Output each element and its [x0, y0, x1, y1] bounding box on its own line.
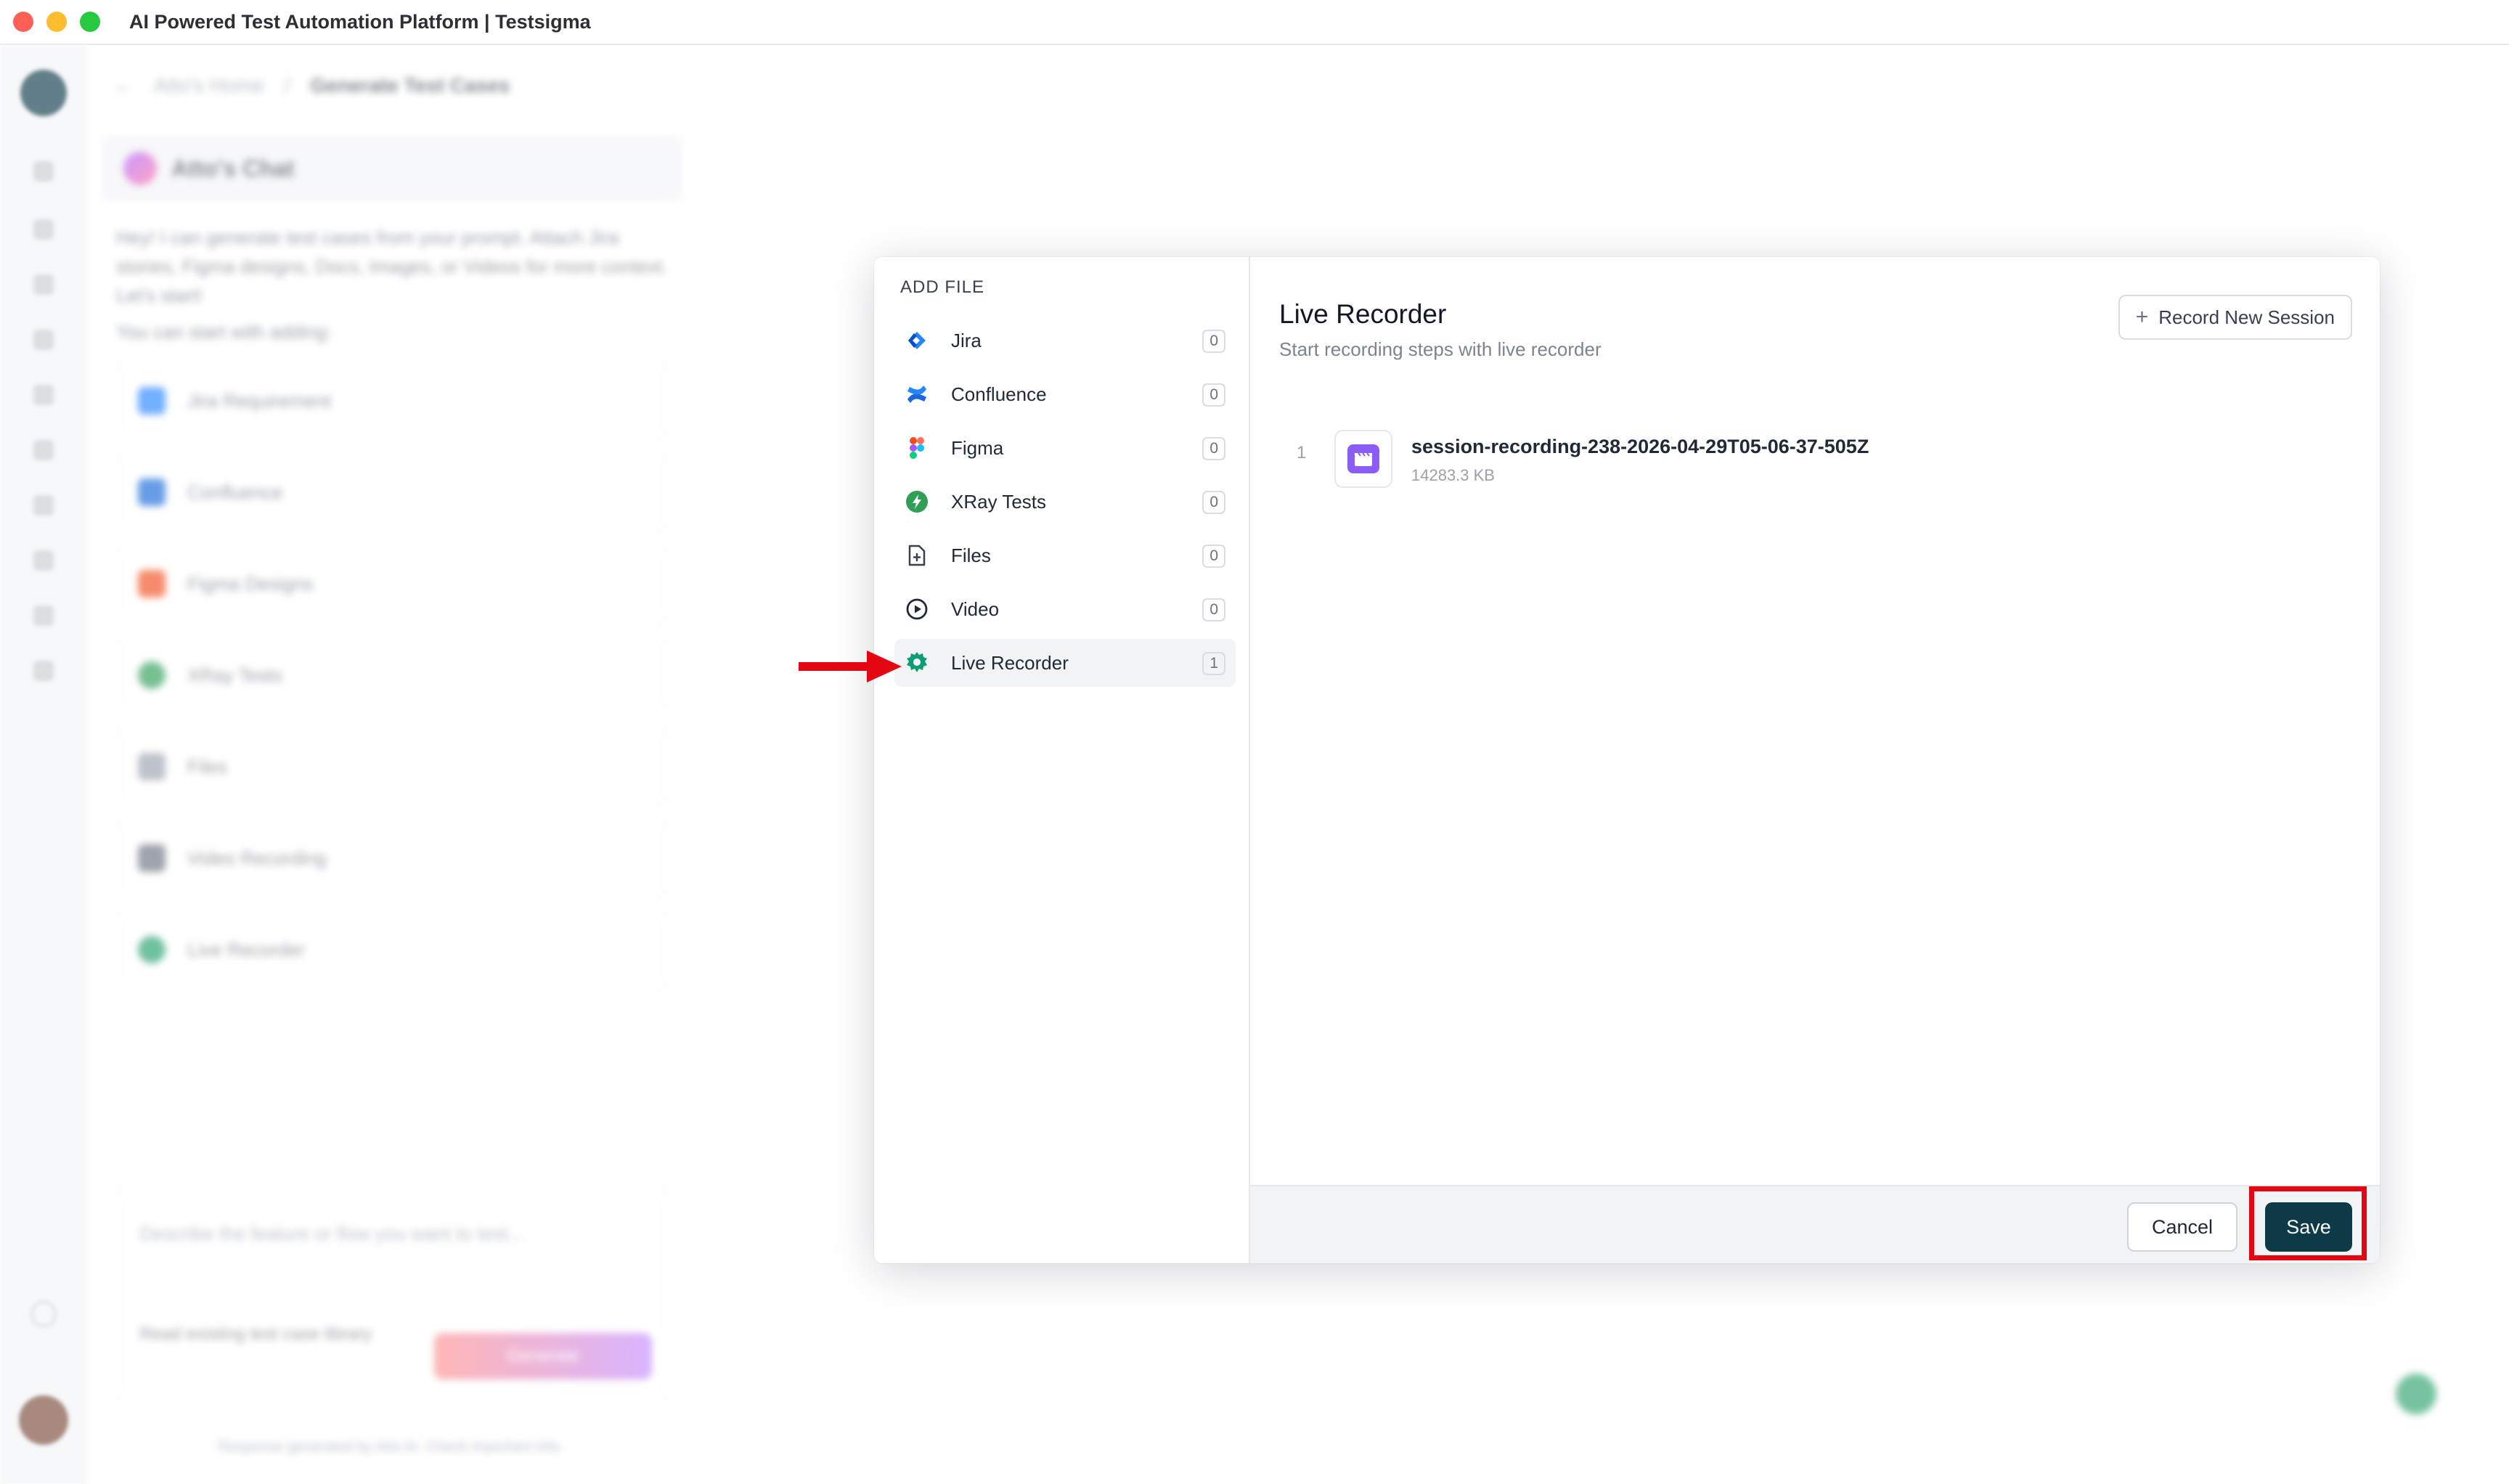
sidebar-item-count: 0 [1202, 491, 1225, 514]
figma-icon [905, 436, 929, 460]
sidebar-item-files[interactable]: Files 0 [894, 531, 1236, 579]
sidebar-item-count: 0 [1202, 545, 1225, 568]
save-highlight-box [2249, 1186, 2367, 1260]
modal-footer: Cancel Save [1250, 1185, 2380, 1263]
panel-subtitle: Start recording steps with live recorder [1279, 338, 1602, 360]
live-recorder-icon [905, 651, 929, 675]
add-file-sidebar: ADD FILE Jira 0 Confluence 0 Figma 0 XRa… [874, 257, 1250, 1263]
recording-row[interactable]: 1 session-recording-238-2026-04-29T05-06… [1279, 417, 2346, 489]
sidebar-item-count: 0 [1202, 383, 1225, 407]
record-button-label: Record New Session [2158, 306, 2335, 328]
sidebar-item-live-recorder[interactable]: Live Recorder 1 [894, 639, 1236, 687]
add-file-modal: ADD FILE Jira 0 Confluence 0 Figma 0 XRa… [874, 257, 2380, 1263]
jira-icon [905, 328, 929, 353]
clapperboard-icon [1347, 444, 1379, 473]
sidebar-item-label: XRay Tests [951, 490, 1047, 513]
sidebar-item-count: 0 [1202, 437, 1225, 460]
sidebar-item-label: Confluence [951, 383, 1047, 405]
window-titlebar: AI Powered Test Automation Platform | Te… [0, 0, 2509, 45]
panel-title: Live Recorder [1279, 299, 1447, 329]
play-circle-icon [905, 597, 929, 621]
confluence-icon [905, 382, 929, 407]
xray-icon [905, 489, 929, 514]
sidebar-item-confluence[interactable]: Confluence 0 [894, 370, 1236, 418]
sidebar-item-xray-tests[interactable]: XRay Tests 0 [894, 478, 1236, 526]
recording-thumbnail [1334, 430, 1392, 488]
live-recorder-panel: Live Recorder Start recording steps with… [1250, 257, 2380, 1263]
sidebar-item-label: Video [951, 598, 1000, 620]
file-icon [905, 543, 929, 568]
maximize-window-button[interactable] [80, 12, 100, 32]
sidebar-item-label: Live Recorder [951, 651, 1069, 674]
sidebar-item-jira[interactable]: Jira 0 [894, 317, 1236, 364]
annotation-arrow-icon [799, 651, 902, 682]
sidebar-item-label: Figma [951, 436, 1004, 459]
sidebar-item-count: 0 [1202, 330, 1225, 353]
sidebar-item-count: 0 [1202, 598, 1225, 621]
recording-index: 1 [1297, 443, 1307, 462]
close-window-button[interactable] [13, 12, 33, 32]
plus-icon: + [2135, 305, 2149, 329]
record-new-session-button[interactable]: + Record New Session [2118, 295, 2352, 340]
add-file-title: ADD FILE [900, 277, 985, 297]
sidebar-item-label: Jira [951, 329, 982, 351]
sidebar-item-figma[interactable]: Figma 0 [894, 424, 1236, 472]
traffic-lights [13, 12, 100, 32]
minimize-window-button[interactable] [46, 12, 67, 32]
recording-size: 14283.3 KB [1411, 466, 1495, 484]
sidebar-item-count: 1 [1202, 652, 1225, 675]
cancel-button[interactable]: Cancel [2127, 1202, 2237, 1252]
recording-name: session-recording-238-2026-04-29T05-06-3… [1411, 436, 1869, 457]
sidebar-item-video[interactable]: Video 0 [894, 585, 1236, 633]
window-title: AI Powered Test Automation Platform | Te… [129, 10, 591, 33]
sidebar-item-label: Files [951, 544, 991, 566]
